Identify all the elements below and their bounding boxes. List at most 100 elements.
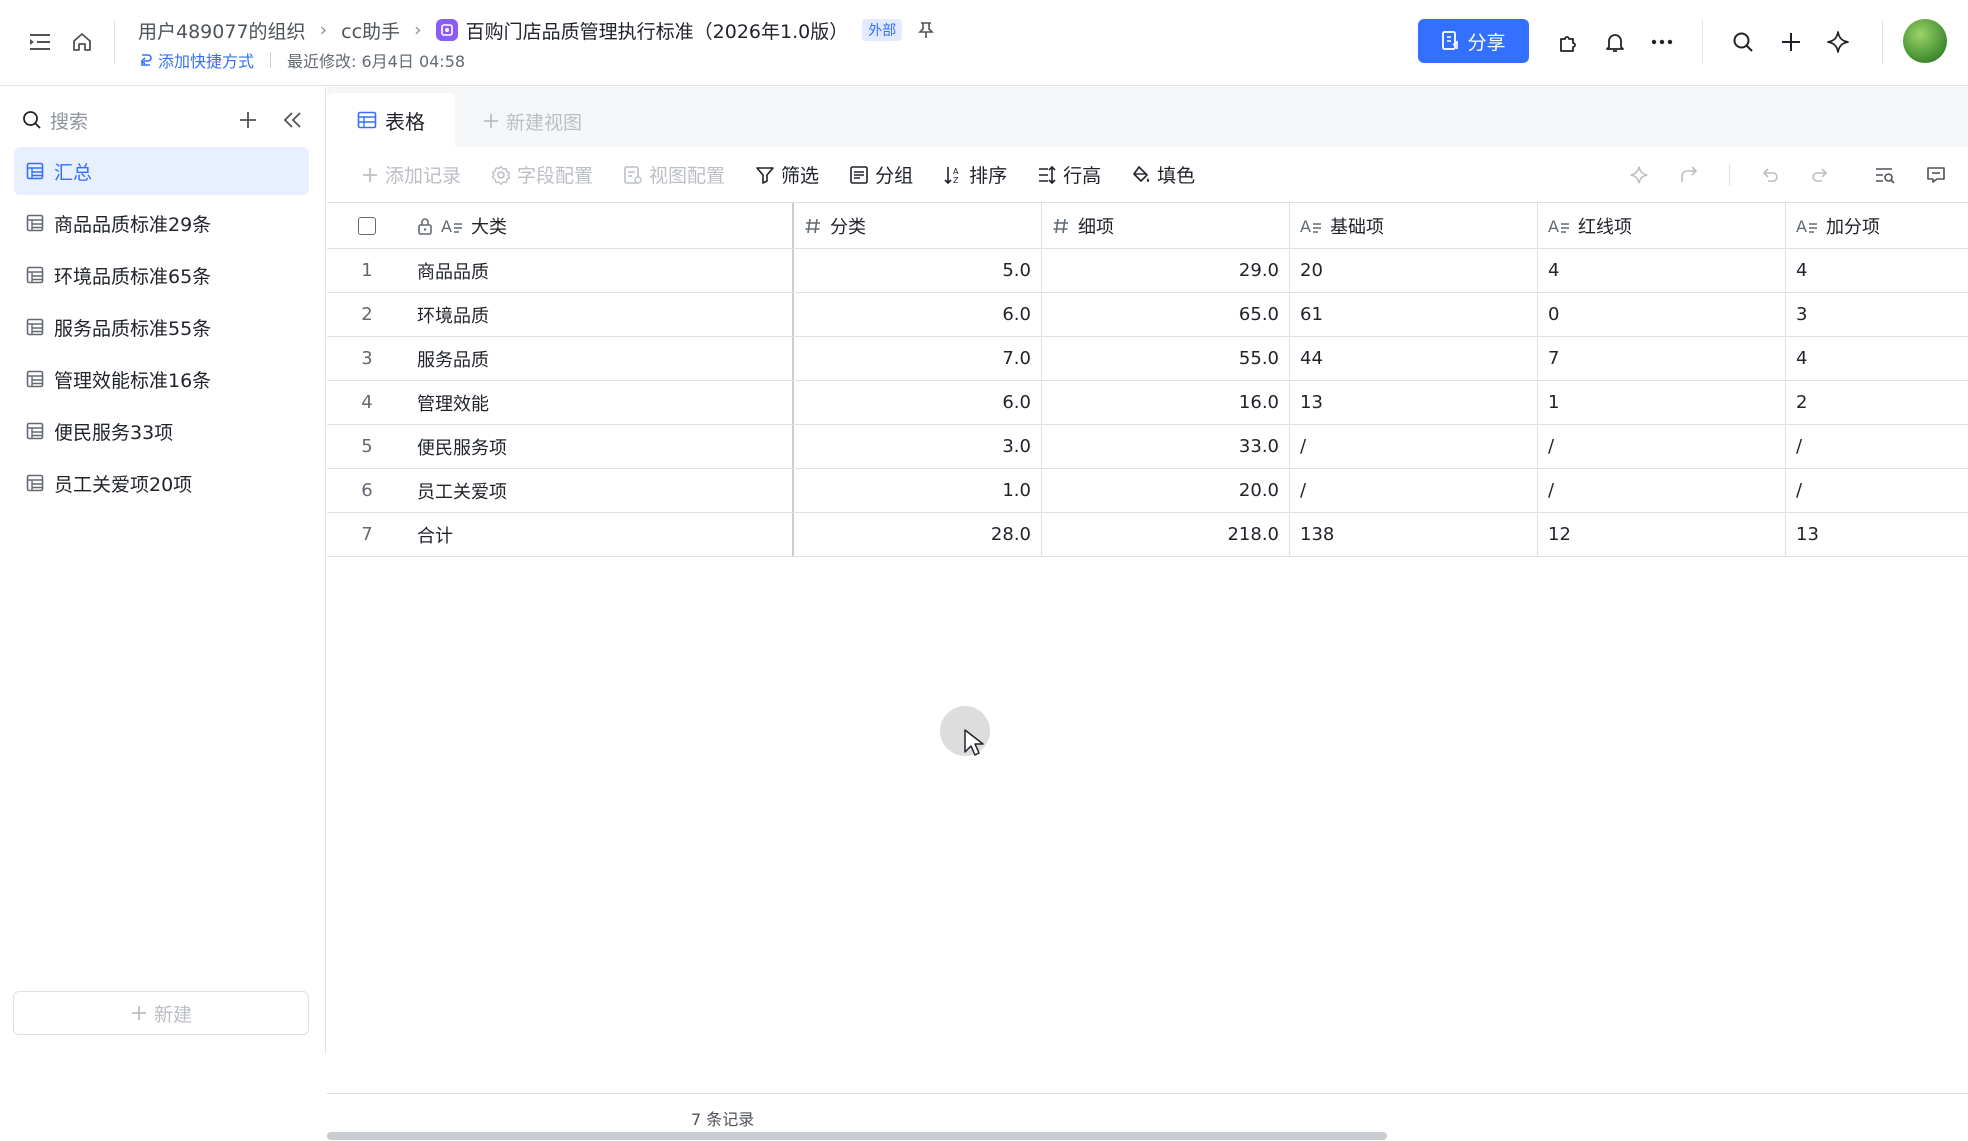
cell-major[interactable]: 合计 (407, 513, 794, 556)
cell-category[interactable]: 28.0 (794, 513, 1042, 556)
cell-detail[interactable]: 20.0 (1042, 469, 1290, 512)
table-row[interactable]: 1 商品品质 5.0 29.0 20 4 4 (327, 249, 1968, 293)
cell-category[interactable]: 7.0 (794, 337, 1042, 380)
cell-redline[interactable]: 12 (1538, 513, 1786, 556)
sidebar-item-management-efficiency[interactable]: 管理效能标准16条 (14, 355, 309, 403)
ai-sparkle-icon[interactable] (1824, 28, 1852, 56)
cell-basic[interactable]: 61 (1290, 293, 1538, 336)
sort-button[interactable]: AZ 排序 (943, 161, 1007, 188)
cell-bonus[interactable]: 4 (1786, 249, 1968, 292)
add-shortcut-link[interactable]: 添加快捷方式 (138, 48, 254, 72)
row-height-button[interactable]: 行高 (1037, 161, 1101, 188)
table-row[interactable]: 7 合计 28.0 218.0 138 12 13 (327, 513, 1968, 557)
cell-category[interactable]: 3.0 (794, 425, 1042, 468)
sidebar-item-convenience-service[interactable]: 便民服务33项 (14, 407, 309, 455)
column-header-basic[interactable]: A 基础项 (1290, 203, 1538, 248)
cell-basic[interactable]: 44 (1290, 337, 1538, 380)
table-row[interactable]: 3 服务品质 7.0 55.0 44 7 4 (327, 337, 1968, 381)
sidebar-item-summary[interactable]: 汇总 (14, 147, 309, 195)
cell-category[interactable]: 1.0 (794, 469, 1042, 512)
column-header-category[interactable]: 分类 (794, 203, 1042, 248)
filter-button[interactable]: 筛选 (755, 161, 819, 188)
find-icon[interactable] (1874, 165, 1896, 185)
cell-redline[interactable]: / (1538, 425, 1786, 468)
sidebar-item-environment-quality[interactable]: 环境品质标准65条 (14, 251, 309, 299)
redo-icon[interactable] (1810, 165, 1830, 185)
field-config-button[interactable]: 字段配置 (491, 161, 593, 188)
home-icon[interactable] (68, 28, 96, 56)
new-view-button[interactable]: 新建视图 (482, 99, 582, 143)
cell-major[interactable]: 商品品质 (407, 249, 794, 292)
cell-category[interactable]: 5.0 (794, 249, 1042, 292)
bell-icon[interactable] (1601, 28, 1629, 56)
cell-detail[interactable]: 218.0 (1042, 513, 1290, 556)
doc-title[interactable]: 百购门店品质管理执行标准（2026年1.0版） (466, 17, 849, 44)
cell-detail[interactable]: 29.0 (1042, 249, 1290, 292)
cell-bonus[interactable]: 13 (1786, 513, 1968, 556)
table-row[interactable]: 2 环境品质 6.0 65.0 61 0 3 (327, 293, 1968, 337)
column-header-major[interactable]: A 大类 (407, 203, 794, 248)
cell-bonus[interactable]: / (1786, 469, 1968, 512)
sidebar-item-product-quality[interactable]: 商品品质标准29条 (14, 199, 309, 247)
cell-redline[interactable]: 1 (1538, 381, 1786, 424)
cell-redline[interactable]: / (1538, 469, 1786, 512)
cell-major[interactable]: 环境品质 (407, 293, 794, 336)
table-row[interactable]: 5 便民服务项 3.0 33.0 / / / (327, 425, 1968, 469)
search-icon[interactable] (1729, 28, 1757, 56)
add-table-icon[interactable] (235, 107, 261, 133)
cell-category[interactable]: 6.0 (794, 293, 1042, 336)
fill-color-button[interactable]: 填色 (1131, 161, 1195, 188)
new-table-button[interactable]: 新建 (13, 991, 309, 1035)
group-button[interactable]: 分组 (849, 161, 913, 188)
select-all-checkbox[interactable] (358, 216, 376, 235)
cell-bonus[interactable]: 3 (1786, 293, 1968, 336)
more-icon[interactable] (1648, 28, 1676, 56)
column-header-detail[interactable]: 细项 (1042, 203, 1290, 248)
cell-basic[interactable]: / (1290, 469, 1538, 512)
column-header-redline[interactable]: A 红线项 (1538, 203, 1786, 248)
cell-basic[interactable]: / (1290, 425, 1538, 468)
sidebar-item-service-quality[interactable]: 服务品质标准55条 (14, 303, 309, 351)
view-config-button[interactable]: 视图配置 (623, 161, 725, 188)
table-row[interactable]: 6 员工关爱项 1.0 20.0 / / / (327, 469, 1968, 513)
cell-major[interactable]: 服务品质 (407, 337, 794, 380)
horizontal-scrollbar[interactable] (327, 1132, 1387, 1140)
cell-detail[interactable]: 16.0 (1042, 381, 1290, 424)
cell-bonus[interactable]: 4 (1786, 337, 1968, 380)
ai-sparkle-icon[interactable] (1629, 165, 1649, 185)
breadcrumb-folder[interactable]: cc助手 (341, 17, 400, 44)
pin-icon[interactable] (918, 21, 935, 39)
share-button[interactable]: 分享 (1418, 19, 1529, 63)
sidebar-item-employee-care[interactable]: 员工关爱项20项 (14, 459, 309, 507)
add-record-button[interactable]: 添加记录 (361, 161, 461, 188)
cell-detail[interactable]: 33.0 (1042, 425, 1290, 468)
plus-icon[interactable] (1777, 28, 1805, 56)
sidebar-search[interactable]: 搜索 (22, 104, 222, 136)
cell-detail[interactable]: 65.0 (1042, 293, 1290, 336)
cell-redline[interactable]: 4 (1538, 249, 1786, 292)
cell-basic[interactable]: 20 (1290, 249, 1538, 292)
row-index: 7 (361, 524, 373, 545)
cell-category[interactable]: 6.0 (794, 381, 1042, 424)
avatar[interactable] (1903, 19, 1947, 63)
breadcrumb-org[interactable]: 用户489077的组织 (138, 17, 306, 44)
table-row[interactable]: 4 管理效能 6.0 16.0 13 1 2 (327, 381, 1968, 425)
cell-bonus[interactable]: / (1786, 425, 1968, 468)
cell-detail[interactable]: 55.0 (1042, 337, 1290, 380)
cell-major[interactable]: 员工关爱项 (407, 469, 794, 512)
tab-grid-view[interactable]: 表格 (327, 93, 455, 147)
comment-icon[interactable] (1926, 165, 1946, 185)
cell-major[interactable]: 便民服务项 (407, 425, 794, 468)
cell-bonus[interactable]: 2 (1786, 381, 1968, 424)
sidebar-toggle-icon[interactable] (26, 28, 54, 56)
share-view-icon[interactable] (1679, 165, 1699, 185)
cell-basic[interactable]: 138 (1290, 513, 1538, 556)
cell-major[interactable]: 管理效能 (407, 381, 794, 424)
column-header-bonus[interactable]: A 加分项 (1786, 203, 1968, 248)
cell-redline[interactable]: 7 (1538, 337, 1786, 380)
undo-icon[interactable] (1760, 165, 1780, 185)
plugin-icon[interactable] (1554, 28, 1582, 56)
cell-redline[interactable]: 0 (1538, 293, 1786, 336)
collapse-sidebar-icon[interactable] (280, 107, 306, 133)
cell-basic[interactable]: 13 (1290, 381, 1538, 424)
